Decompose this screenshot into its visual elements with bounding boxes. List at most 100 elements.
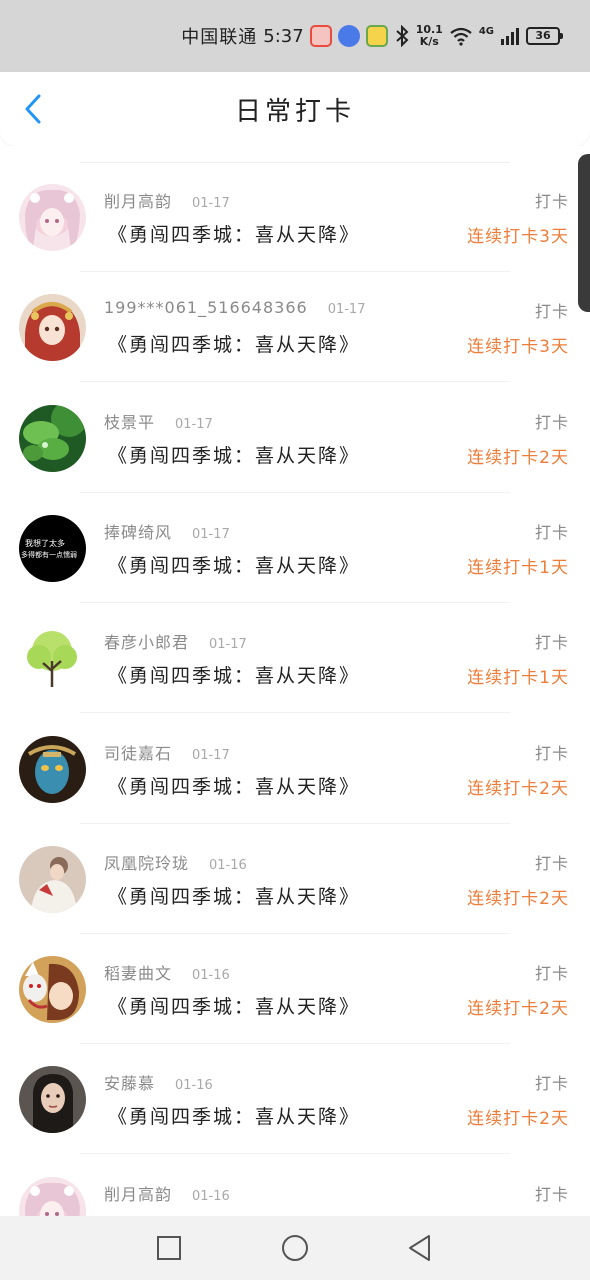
record-type: 打卡 (534, 633, 569, 653)
list-item[interactable]: 199***061_516648366 01-17 《勇闯四季城：喜从天降》 打卡连续… (0, 256, 590, 383)
network-type: 4G (478, 25, 494, 37)
course-title: 《勇闯四季城：喜从天降》 (108, 224, 361, 246)
home-button[interactable] (281, 1234, 309, 1262)
avatar[interactable] (19, 845, 86, 913)
nav-back-button[interactable] (406, 1234, 434, 1262)
user-name: 春彦小郎君 01-17 (104, 629, 247, 653)
user-name: 安藤慕 01-16 (104, 1070, 213, 1094)
list-item[interactable]: 稻妻曲文 01-16 《勇闯四季城：喜从天降》 打卡连续打卡2天 (0, 918, 590, 1045)
list-item[interactable]: 枝景平 01-17 《勇闯四季城：喜从天降》 打卡连续打卡2天 (0, 367, 590, 493)
bluetooth-icon (396, 25, 409, 47)
user-name: 稻妻曲文 01-16 (104, 960, 230, 984)
user-name: 199***061_516648366 01-17 (104, 298, 365, 317)
checkin-date: 01-17 (327, 302, 366, 318)
header-bar: 日常打卡 (0, 72, 590, 146)
signal-icon (501, 28, 519, 45)
chevron-left-icon (25, 94, 41, 124)
carrier-label: 中国联通 (181, 27, 258, 48)
course-title: 《勇闯四季城：喜从天降》 (108, 444, 361, 467)
streak-label: 连续打卡2天 (467, 1109, 569, 1130)
list-item[interactable]: 削月高韵 01-16 打卡 (0, 1139, 590, 1216)
circle-icon (282, 1235, 308, 1261)
checkin-date: 01-16 (192, 968, 230, 984)
user-name-text: 司徒嘉石 (104, 743, 173, 763)
avatar[interactable]: 我想了太多多得都有一点懦弱 (19, 514, 86, 582)
triangle-back-icon (409, 1235, 430, 1261)
avatar-caption-line-1: 我想了太多 (25, 538, 65, 548)
streak-label: 连续打卡1天 (467, 668, 569, 689)
square-icon (157, 1236, 181, 1260)
avatar[interactable] (19, 625, 86, 693)
avatar[interactable] (19, 956, 86, 1024)
record-type: 打卡 (534, 522, 569, 542)
course-title: 《勇闯四季城：喜从天降》 (108, 885, 361, 908)
user-name-text: 凤凰院玲珑 (104, 853, 190, 873)
checkin-list[interactable]: 削月高韵 01-17 《勇闯四季城：喜从天降》 打卡 连续打卡3天 199***061_5… (0, 146, 590, 1216)
list-item[interactable]: 司徒嘉石 01-17 《勇闯四季城：喜从天降》 打卡 连续打卡2天 (0, 698, 590, 824)
recents-button[interactable] (155, 1234, 183, 1262)
status-bar: 中国联通 5:37 10.1 K/s 4G 36 (0, 0, 590, 72)
checkin-date: 01-17 (192, 196, 230, 211)
user-name: 凤凰院玲珑 01-16 (104, 850, 247, 874)
record-type: 打卡 (534, 1074, 569, 1094)
side-drawer-handle[interactable] (578, 154, 590, 312)
record-type: 打卡 (534, 743, 569, 763)
record-type: 打卡 (534, 1184, 569, 1204)
mascot-app-icon (365, 25, 388, 47)
user-name: 捧碑绮风 01-17 (104, 519, 230, 543)
checkin-date: 01-16 (175, 1078, 213, 1094)
wifi-icon (450, 27, 472, 46)
checkin-date: 01-17 (175, 416, 213, 432)
list-item[interactable]: 春彦小郎君 01-17 《勇闯四季城：喜从天降》 打卡连续打卡1天 (0, 587, 590, 714)
battery-indicator: 36 (526, 27, 563, 45)
calendar-app-icon (309, 25, 332, 47)
streak-label: 连续打卡3天 (467, 227, 569, 247)
user-name-text: 枝景平 (104, 412, 156, 432)
user-name-text: 稻妻曲文 (104, 964, 173, 984)
user-name-text: 199***061_516648366 (104, 298, 308, 318)
avatar[interactable] (19, 735, 86, 803)
user-name-text: 削月高韵 (104, 192, 173, 211)
record-type: 打卡 (534, 853, 569, 873)
user-name: 司徒嘉石 01-17 (104, 740, 230, 764)
streak-label: 连续打卡2天 (467, 999, 569, 1020)
list-item[interactable]: 我想了太多 多得都有一点懦弱 捧碑绮风 01-17 《勇闯四季城：喜从天降》 打卡 连续打卡… (0, 477, 590, 603)
record-type: 打卡 (534, 192, 569, 211)
checkin-date: 01-16 (192, 1188, 230, 1204)
user-name-text: 春彦小郎君 (104, 633, 190, 653)
list-item[interactable]: 削月高韵 01-17 《勇闯四季城：喜从天降》 打卡连续打卡3天 (0, 146, 590, 272)
page-title: 日常打卡 (234, 96, 355, 127)
record-type: 打卡 (534, 412, 569, 432)
avatar[interactable] (19, 184, 86, 251)
course-title: 《勇闯四季城：喜从天降》 (108, 665, 361, 688)
course-title: 《勇闯四季城：喜从天降》 (108, 996, 361, 1019)
user-name-text: 捧碑绮风 (104, 522, 173, 542)
clock: 5:37 (263, 25, 304, 47)
checkin-date: 01-17 (192, 747, 230, 763)
course-title: 《勇闯四季城：喜从天降》 (108, 775, 361, 798)
record-type: 打卡 (534, 964, 569, 984)
list-item[interactable]: 安藤慕 01-16 《勇闯四季城：喜从天降》 打卡连续打卡2天 (0, 1028, 590, 1155)
music-app-icon (337, 25, 360, 47)
course-title: 《勇闯四季城：喜从天降》 (108, 334, 361, 357)
checkin-date: 01-16 (209, 857, 247, 873)
avatar[interactable] (19, 1176, 86, 1216)
streak-label: 连续打卡3天 (467, 337, 569, 358)
avatar-caption-line-2: 多得都有一点懦弱 (21, 550, 77, 559)
record-type: 打卡 (534, 302, 569, 322)
course-title: 《勇闯四季城：喜从天降》 (108, 1106, 361, 1129)
user-name: 削月高韵 01-17 (104, 188, 230, 212)
checkin-date: 01-17 (209, 637, 247, 653)
streak-label: 连续打卡2天 (467, 447, 569, 468)
course-title: 《勇闯四季城：喜从天降》 (108, 554, 361, 577)
streak-label: 连续打卡1天 (467, 557, 569, 578)
list-item[interactable]: 凤凰院玲珑 01-16 《勇闯四季城：喜从天降》 打卡连续打卡2天 (0, 808, 590, 934)
checkin-date: 01-17 (192, 526, 230, 542)
back-button[interactable] (18, 92, 48, 126)
avatar[interactable] (19, 1066, 86, 1134)
net-speed-unit: K/s (419, 35, 439, 48)
streak-label: 连续打卡2天 (467, 888, 569, 909)
user-name-text: 削月高韵 (104, 1184, 173, 1204)
avatar[interactable] (19, 404, 86, 472)
avatar[interactable] (19, 294, 86, 362)
